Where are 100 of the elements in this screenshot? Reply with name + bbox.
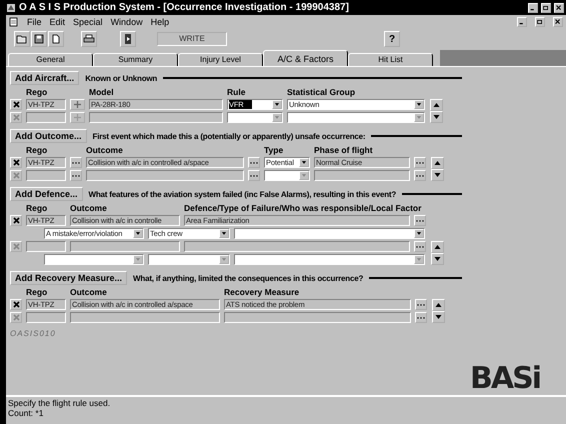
scrollbar[interactable]: [431, 157, 444, 181]
menu-item[interactable]: Edit: [50, 16, 66, 26]
restore-icon[interactable]: [535, 16, 545, 26]
print-button[interactable]: [81, 31, 97, 47]
section-heading: What features of the aviation system failed (inc False Alarms), resulting in this event?: [88, 190, 396, 198]
minimize-icon[interactable]: [517, 16, 527, 26]
browse-button[interactable]: [414, 170, 426, 181]
caret-icon: [299, 171, 309, 180]
document-button[interactable]: [48, 31, 64, 47]
browse-button[interactable]: [248, 157, 260, 168]
browse-button[interactable]: [414, 215, 426, 226]
browse-button[interactable]: [248, 170, 260, 181]
tab[interactable]: Injury Level: [178, 53, 263, 66]
delete-row-button[interactable]: [10, 157, 22, 168]
add-button[interactable]: [70, 99, 85, 110]
scrollbar[interactable]: [431, 241, 444, 265]
browse-button[interactable]: [414, 157, 426, 168]
ellipsis-icon: [250, 161, 258, 164]
cross-icon: [12, 217, 20, 224]
plus-icon: [74, 114, 81, 121]
menu-item[interactable]: Window: [110, 16, 143, 26]
recovery-field[interactable]: [224, 312, 411, 323]
add-button[interactable]: [70, 112, 85, 123]
scrollbar[interactable]: [432, 299, 445, 323]
rego-field[interactable]: [26, 112, 66, 123]
column-label: Rego: [26, 145, 48, 155]
scroll-up-icon[interactable]: [431, 241, 444, 253]
column-label: Phase of flight: [314, 145, 373, 155]
factor-dropdown[interactable]: [234, 228, 425, 239]
document-icon[interactable]: [9, 16, 19, 26]
tab[interactable]: A/C & Factors: [263, 50, 348, 66]
scroll-up-icon[interactable]: [431, 157, 444, 169]
minimize-icon[interactable]: [528, 2, 538, 12]
add-button[interactable]: Add Outcome...: [10, 129, 87, 143]
printer-icon: [83, 34, 95, 44]
browse-button[interactable]: [70, 170, 82, 181]
caret-icon: [414, 255, 424, 264]
outcome-field[interactable]: [86, 170, 244, 181]
ellipsis-icon: [417, 316, 425, 319]
phase-field[interactable]: [314, 170, 410, 181]
caret-icon: [133, 255, 143, 264]
tab[interactable]: Hit List: [348, 53, 433, 66]
scroll-up-icon[interactable]: [432, 299, 445, 311]
folder-icon: [16, 34, 28, 44]
column-label: Model: [89, 87, 114, 97]
model-field[interactable]: [89, 112, 223, 123]
scroll-down-icon[interactable]: [431, 253, 444, 265]
column-label: Type: [264, 145, 284, 155]
responsible-dropdown[interactable]: [148, 254, 230, 265]
rego-field[interactable]: [26, 312, 66, 323]
rego-field[interactable]: [26, 170, 66, 181]
delete-row-button[interactable]: [10, 99, 22, 110]
scroll-up-icon[interactable]: [430, 99, 443, 111]
delete-row-button[interactable]: [10, 215, 22, 226]
cross-icon: [12, 172, 20, 179]
browse-button[interactable]: [70, 157, 82, 168]
ellipsis-icon: [417, 303, 425, 306]
delete-row-button[interactable]: [10, 299, 22, 310]
column-label: Recovery Measure: [224, 287, 300, 297]
browse-button[interactable]: [415, 299, 427, 310]
scroll-down-icon[interactable]: [431, 169, 444, 181]
column-label: Rule: [227, 87, 246, 97]
form-id: OASIS010: [10, 329, 56, 338]
tab[interactable]: Summary: [93, 53, 178, 66]
open-button[interactable]: [14, 31, 30, 47]
group-dropdown[interactable]: [287, 112, 425, 123]
type-dropdown[interactable]: [264, 170, 310, 181]
caret-icon: [219, 255, 229, 264]
add-button[interactable]: Add Recovery Measure...: [10, 271, 128, 285]
cross-icon: [12, 243, 20, 250]
tab[interactable]: General: [8, 53, 93, 66]
column-label: Outcome: [86, 145, 123, 155]
menu-item[interactable]: Special: [73, 16, 103, 26]
add-button[interactable]: Add Defence...: [10, 187, 83, 201]
exit-button[interactable]: [120, 31, 136, 47]
ellipsis-icon: [416, 174, 424, 177]
save-button[interactable]: [31, 31, 47, 47]
add-button[interactable]: Add Aircraft...: [10, 71, 80, 85]
close-icon[interactable]: [553, 16, 563, 26]
outcome-field[interactable]: [70, 241, 180, 252]
menu-item[interactable]: File: [27, 16, 42, 26]
menu-item[interactable]: Help: [150, 16, 170, 26]
outcome-field[interactable]: [70, 312, 220, 323]
browse-button[interactable]: [414, 241, 426, 252]
defence-field[interactable]: [184, 241, 410, 252]
scrollbar[interactable]: [430, 99, 443, 123]
failure-dropdown[interactable]: [44, 254, 144, 265]
browse-button[interactable]: [415, 312, 427, 323]
rego-field[interactable]: [26, 241, 66, 252]
close-icon[interactable]: [554, 2, 564, 12]
scroll-down-icon[interactable]: [432, 311, 445, 323]
help-button[interactable]: ?: [384, 31, 400, 47]
status-text: Specify the flight rule used.: [8, 398, 112, 408]
scroll-down-icon[interactable]: [430, 111, 443, 123]
rule-dropdown[interactable]: [227, 112, 283, 123]
restore-icon[interactable]: [541, 2, 551, 12]
factor-dropdown[interactable]: [234, 254, 425, 265]
app-icon: [6, 2, 16, 12]
cross-icon: [12, 114, 20, 121]
cross-icon: [12, 101, 20, 108]
